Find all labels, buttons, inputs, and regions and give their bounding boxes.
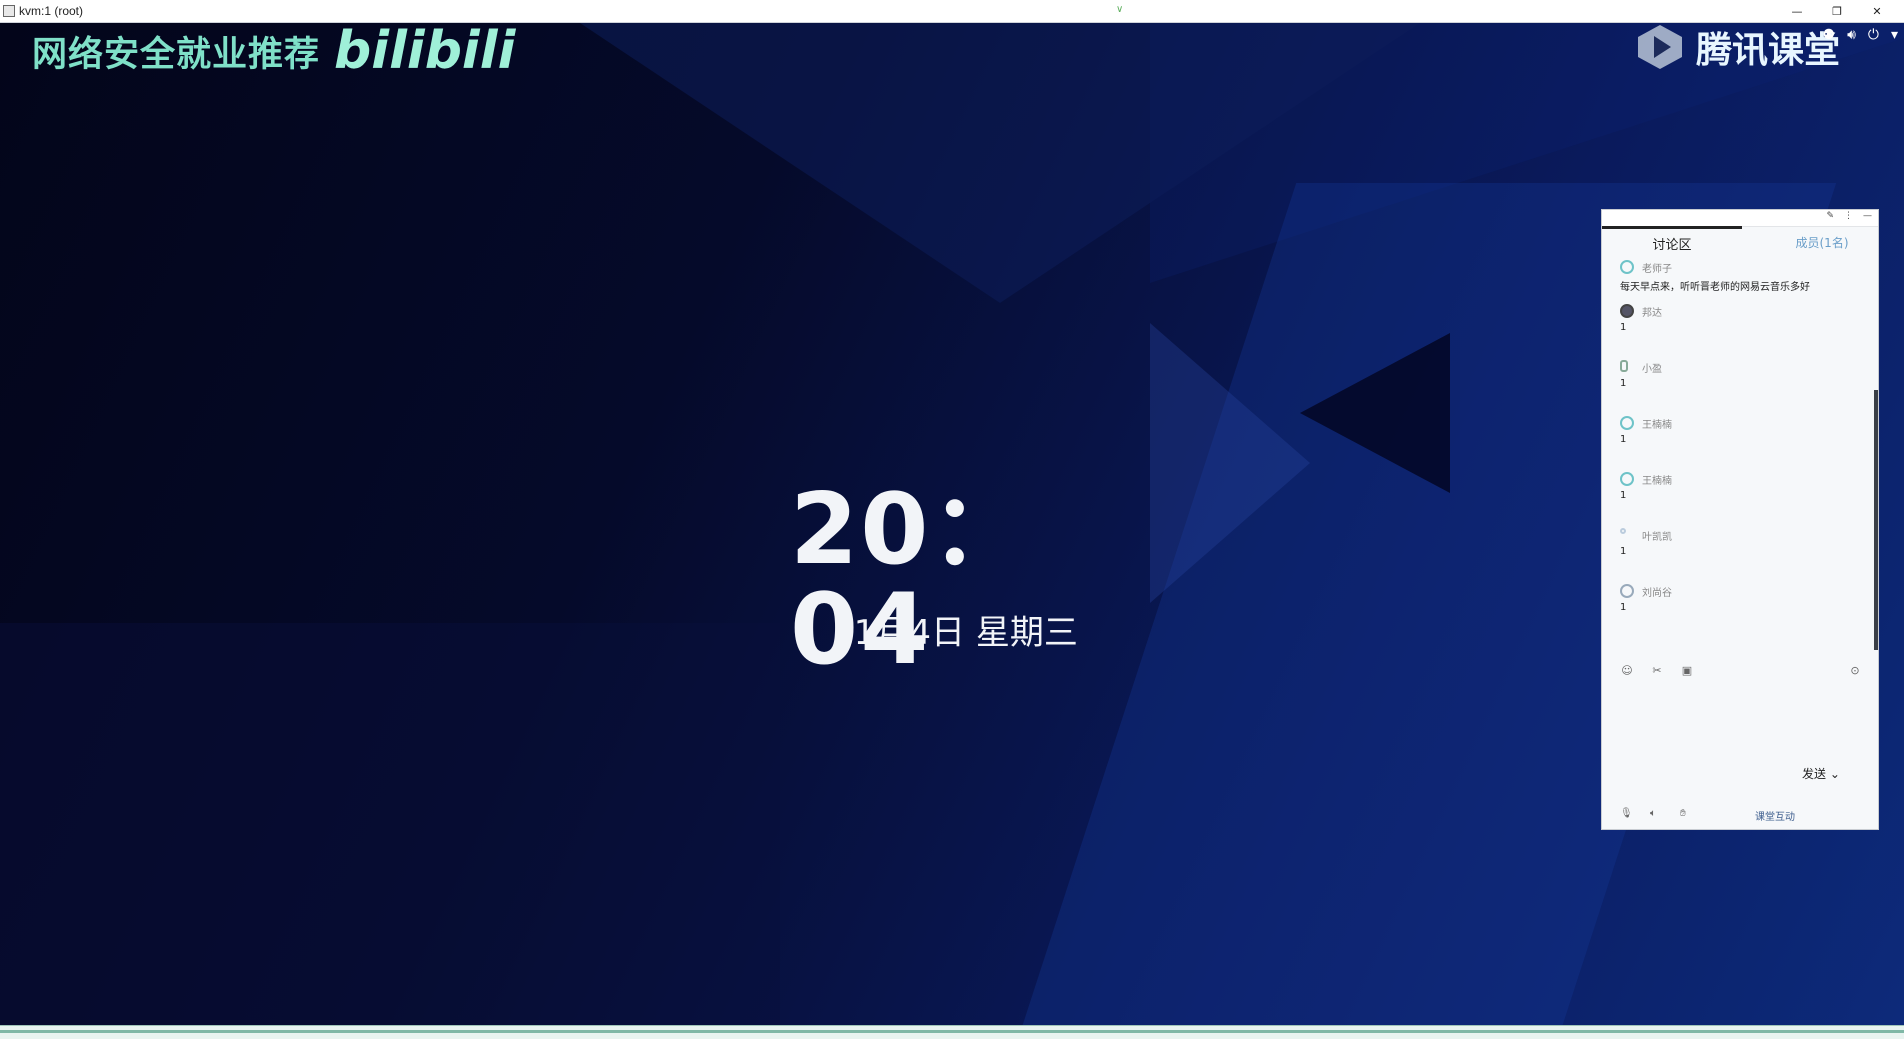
emoji-icon[interactable]: ☺ bbox=[1620, 663, 1634, 677]
host-bottom-stripe bbox=[0, 1030, 1904, 1033]
tab-members[interactable]: 成员(1名) bbox=[1772, 234, 1872, 251]
window-title: kvm:1 (root) bbox=[19, 4, 84, 18]
avatar[interactable] bbox=[1620, 416, 1634, 430]
list-item: 王楠楠 1 bbox=[1602, 472, 1878, 528]
minimize-icon[interactable]: — bbox=[1790, 4, 1804, 18]
message-username: 小盈 bbox=[1642, 364, 1662, 375]
network-icon[interactable]: ⚉ bbox=[1823, 27, 1836, 43]
chevron-down-icon[interactable]: ▾ bbox=[1891, 27, 1898, 43]
power-icon[interactable]: ⏻ bbox=[1868, 27, 1879, 43]
bg-shape bbox=[580, 23, 1420, 303]
message-text: 1 bbox=[1620, 322, 1627, 333]
interaction-status: 课堂互动 bbox=[1755, 812, 1795, 823]
bilibili-logo: bilibili bbox=[334, 21, 516, 81]
message-text: 1 bbox=[1620, 434, 1627, 445]
list-item: 邦达 1 bbox=[1602, 304, 1878, 360]
hand-icon[interactable]: ✋︎ bbox=[1680, 808, 1692, 820]
restore-icon[interactable]: ❐ bbox=[1830, 4, 1844, 18]
panel-bottom-bar: 🎙︎ 🔈︎ ✋︎ 课堂互动 bbox=[1620, 808, 1862, 824]
tencent-classroom-text: 腾讯课堂 bbox=[1696, 30, 1841, 71]
window-titlebar: kvm:1 (root) ∨ — ❐ ✕ bbox=[0, 0, 1904, 23]
minimize-icon[interactable]: — bbox=[1863, 211, 1872, 221]
active-tab-indicator bbox=[1602, 226, 1742, 229]
message-text: 1 bbox=[1620, 546, 1627, 557]
image-icon[interactable]: ▣ bbox=[1680, 663, 1694, 677]
message-username: 老师子 bbox=[1642, 264, 1672, 275]
titlebar-center-mark[interactable]: ∨ bbox=[1116, 4, 1123, 15]
message-list: 老师子 每天早点来，听听晋老师的网易云音乐多好 邦达 1 小盈 1 王楠楠 1 … bbox=[1602, 260, 1878, 640]
microphone-icon[interactable]: 🎙︎ bbox=[1620, 808, 1633, 820]
tencent-classroom-logo-icon bbox=[1634, 21, 1686, 73]
more-icon[interactable]: ⋮ bbox=[1844, 211, 1853, 221]
message-text: 每天早点来，听听晋老师的网易云音乐多好 bbox=[1620, 282, 1810, 293]
tab-discussion[interactable]: 讨论区 bbox=[1602, 234, 1742, 253]
scissors-icon[interactable]: ✂ bbox=[1650, 663, 1664, 677]
bg-shape bbox=[1150, 323, 1310, 603]
bg-shape bbox=[1300, 333, 1450, 493]
list-item: 王楠楠 1 bbox=[1602, 416, 1878, 472]
avatar[interactable] bbox=[1620, 528, 1626, 534]
pin-icon[interactable]: ✎ bbox=[1826, 211, 1834, 221]
send-label: 发送 bbox=[1802, 767, 1827, 781]
message-text: 1 bbox=[1620, 602, 1627, 613]
system-tray: ⚉ 🔊︎ ⏻ ▾ bbox=[1823, 27, 1899, 43]
window-controls: — ❐ ✕ bbox=[1790, 0, 1884, 22]
list-item: 老师子 每天早点来，听听晋老师的网易云音乐多好 bbox=[1602, 260, 1878, 304]
message-username: 邦达 bbox=[1642, 308, 1662, 319]
avatar[interactable] bbox=[1620, 304, 1634, 318]
speaker-icon[interactable]: 🔈︎ bbox=[1650, 808, 1662, 820]
message-username: 刘尚谷 bbox=[1642, 588, 1672, 599]
app-icon bbox=[3, 5, 15, 17]
bg-shape bbox=[0, 623, 780, 1025]
list-item: 小盈 1 bbox=[1602, 360, 1878, 416]
send-button[interactable]: 发送 ⌄ bbox=[1802, 765, 1840, 782]
list-item: 刘尚谷 1 bbox=[1602, 584, 1878, 640]
watermark-left: 网络安全就业推荐 bilibili bbox=[32, 25, 515, 77]
discussion-panel: ✎ ⋮ — 讨论区 成员(1名) 老师子 每天早点来，听听晋老师的网易云音乐多好… bbox=[1601, 209, 1879, 830]
send-dropdown-icon[interactable]: ⌄ bbox=[1830, 767, 1840, 781]
panel-titlebar: ✎ ⋮ — bbox=[1602, 210, 1878, 227]
clock-date: 11月4日 星期三 bbox=[832, 613, 1078, 653]
avatar[interactable] bbox=[1620, 584, 1634, 598]
avatar[interactable] bbox=[1620, 472, 1634, 486]
avatar[interactable] bbox=[1620, 260, 1634, 274]
settings-icon[interactable]: ⊙ bbox=[1848, 663, 1862, 677]
message-username: 王楠楠 bbox=[1642, 420, 1672, 431]
avatar[interactable] bbox=[1620, 360, 1628, 372]
message-username: 叶凯凯 bbox=[1642, 532, 1672, 543]
message-username: 王楠楠 bbox=[1642, 476, 1672, 487]
panel-scrollbar[interactable] bbox=[1874, 390, 1878, 650]
watermark-title: 网络安全就业推荐 bbox=[32, 35, 321, 75]
message-text: 1 bbox=[1620, 378, 1627, 389]
input-toolbar: ☺ ✂ ▣ ⊙ bbox=[1620, 663, 1862, 681]
close-icon[interactable]: ✕ bbox=[1870, 4, 1884, 18]
message-text: 1 bbox=[1620, 490, 1627, 501]
volume-icon[interactable]: 🔊︎ bbox=[1847, 27, 1856, 43]
list-item: 叶凯凯 1 bbox=[1602, 528, 1878, 584]
watermark-right: 腾讯课堂 bbox=[1634, 21, 1840, 73]
